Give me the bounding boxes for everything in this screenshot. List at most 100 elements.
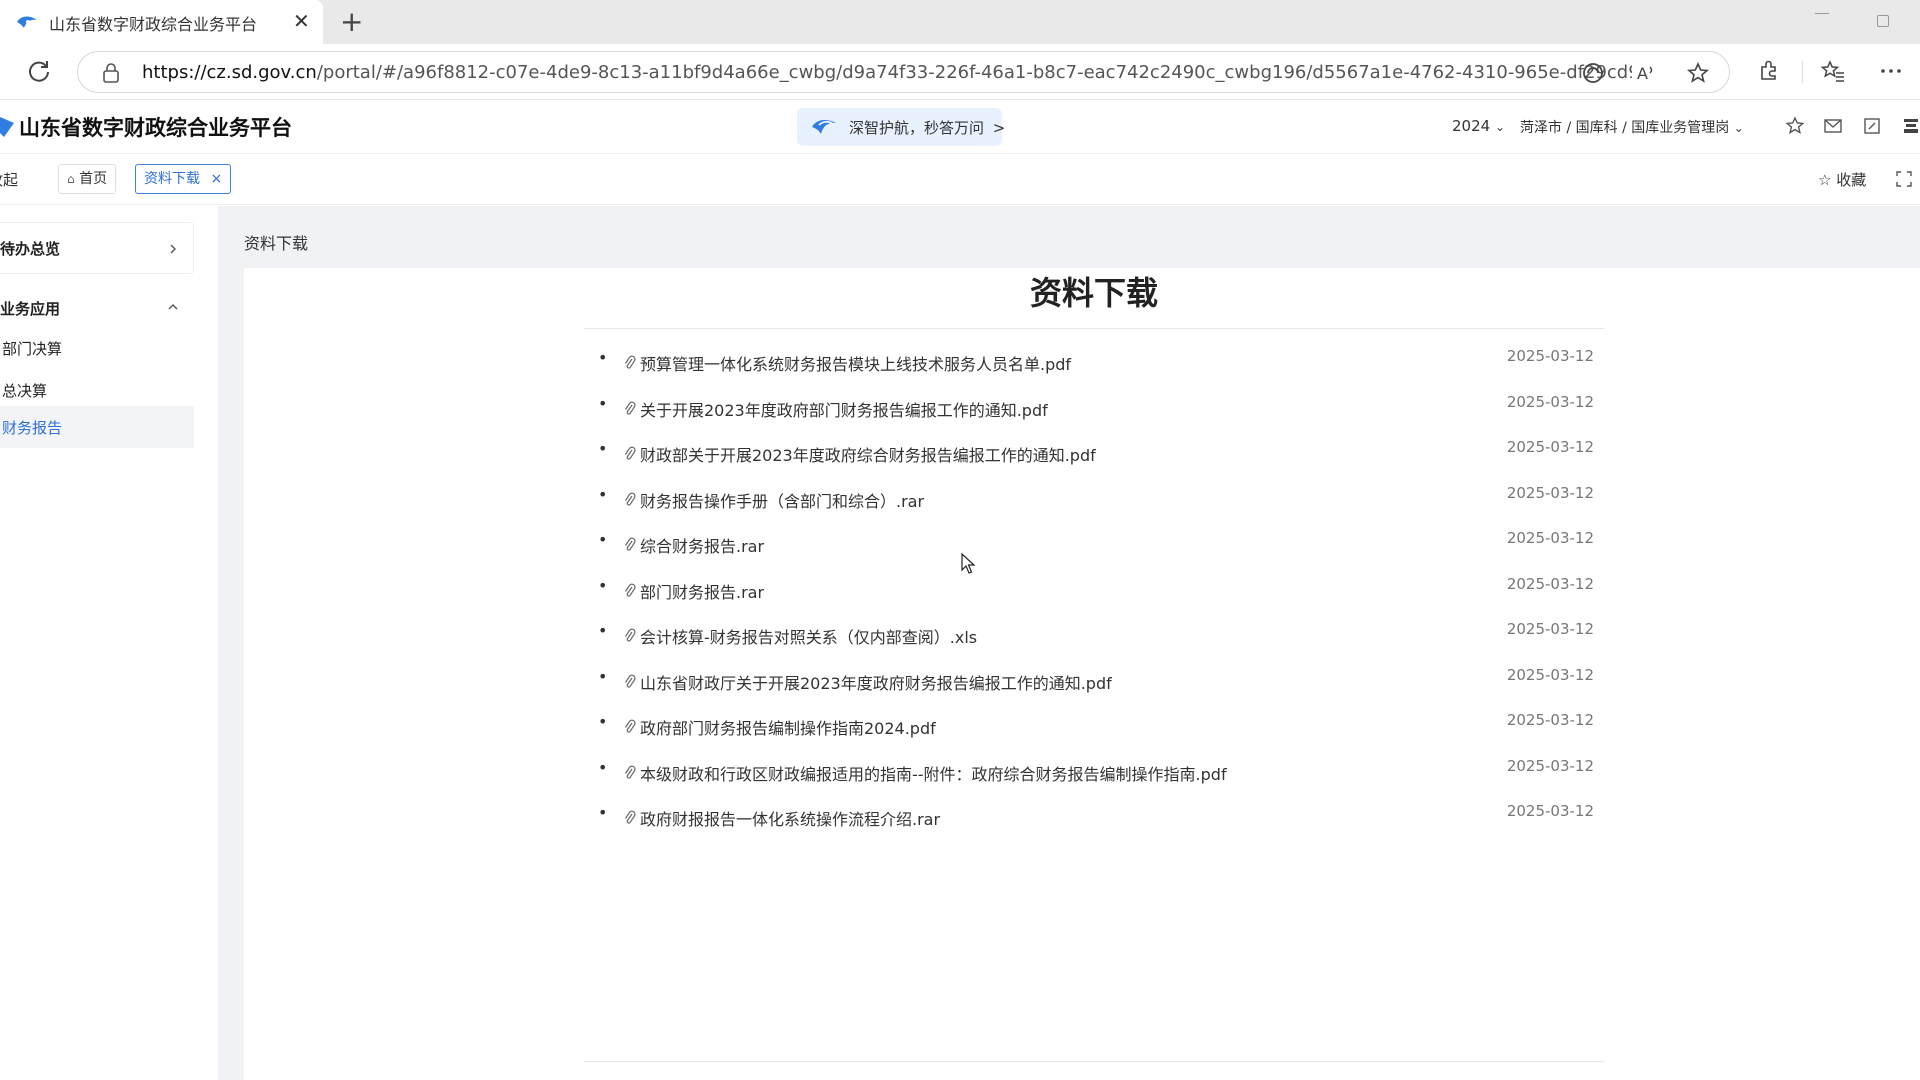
ai-assistant-banner[interactable]: 深智护航，秒答万问 >: [797, 108, 1005, 146]
file-date: 2025-03-12: [1506, 438, 1594, 456]
tab-home[interactable]: ⌂ 首页: [58, 164, 117, 194]
year-value: 2024: [1452, 117, 1491, 135]
svg-text:A: A: [1637, 64, 1648, 83]
new-tab-icon[interactable]: +: [340, 6, 363, 38]
file-download-link[interactable]: 预算管理一体化系统财务报告模块上线技术服务人员名单.pdf: [640, 351, 1071, 375]
attachment-icon: [624, 628, 636, 642]
sidebar-item-general-final-accounts[interactable]: 总决算: [0, 370, 194, 410]
extensions-icon[interactable]: [1756, 58, 1782, 84]
favorites-icon[interactable]: [1820, 58, 1846, 84]
browser-tab-strip: 山东省数字财政综合业务平台 ✕ +: [0, 0, 1920, 44]
chevron-right-icon: >: [992, 119, 1006, 137]
collapse-sidebar-button[interactable]: 收起: [0, 169, 18, 190]
tab-home-label: 首页: [79, 171, 108, 187]
list-bullet: •: [598, 757, 608, 777]
url-path: /portal/#/a96f8812-c07e-4de9-8c13-a11bf9…: [316, 62, 1632, 83]
attachment-icon: [624, 583, 636, 597]
url-text[interactable]: https://cz.sd.gov.cn/portal/#/a96f8812-c…: [142, 62, 1632, 83]
file-list-item: • 会计核算-财务报告对照关系（仅内部查阅）.xls 2025-03-12: [598, 614, 1608, 660]
file-download-link[interactable]: 本级财政和行政区财政编报适用的指南--附件：政府综合财务报告编制操作指南.pdf: [640, 761, 1227, 785]
sidebar-item-dept-final-accounts[interactable]: 部门决算: [0, 328, 194, 368]
file-list-item: • 综合财务报告.rar 2025-03-12: [598, 523, 1608, 569]
list-bullet: •: [598, 575, 608, 595]
app-title[interactable]: 山东省数字财政综合业务平台: [19, 112, 292, 142]
site-favicon-icon: [17, 16, 37, 28]
attachment-icon: [624, 810, 636, 824]
file-date: 2025-03-12: [1506, 529, 1594, 547]
edit-note-icon[interactable]: [1862, 116, 1882, 136]
file-download-link[interactable]: 综合财务报告.rar: [640, 533, 764, 557]
attachment-icon: [624, 492, 636, 506]
chevron-right-icon: [170, 244, 176, 254]
file-date: 2025-03-12: [1506, 711, 1594, 729]
year-selector[interactable]: 2024 ⌄: [1452, 117, 1505, 135]
bottom-divider: [584, 1061, 1604, 1062]
title-divider: [584, 328, 1604, 329]
sidebar-item-label: 总决算: [2, 382, 48, 400]
file-download-link[interactable]: 政府财报报告一体化系统操作流程介绍.rar: [640, 806, 940, 830]
address-bar[interactable]: https://cz.sd.gov.cn/portal/#/a96f8812-c…: [77, 51, 1730, 93]
file-download-link[interactable]: 山东省财政厅关于开展2023年度政府财务报告编报工作的通知.pdf: [640, 670, 1112, 694]
browser-tab-close-icon[interactable]: ✕: [293, 10, 310, 32]
file-list-item: • 政府部门财务报告编制操作指南2024.pdf 2025-03-12: [598, 705, 1608, 751]
tab-downloads-label: 资料下载: [144, 171, 200, 187]
file-download-link[interactable]: 财务报告操作手册（含部门和综合）.rar: [640, 488, 924, 512]
file-download-link[interactable]: 财政部关于开展2023年度政府综合财务报告编报工作的通知.pdf: [640, 442, 1096, 466]
tab-close-icon[interactable]: ×: [210, 171, 222, 187]
file-download-link[interactable]: 关于开展2023年度政府部门财务报告编报工作的通知.pdf: [640, 397, 1048, 421]
org-value: 菏泽市 / 国库科 / 国库业务管理岗: [1520, 120, 1730, 136]
attachment-icon: [624, 765, 636, 779]
sidebar-todo-overview[interactable]: 待办总览: [0, 222, 194, 274]
download-panel: 资料下载 • 预算管理一体化系统财务报告模块上线技术服务人员名单.pdf 2025-…: [244, 268, 1920, 1080]
mail-icon[interactable]: [1823, 116, 1843, 136]
file-list-item: • 本级财政和行政区财政编报适用的指南--附件：政府综合财务报告编制操作指南.pd…: [598, 751, 1608, 797]
ai-assistant-icon: [812, 119, 836, 134]
file-download-link[interactable]: 政府部门财务报告编制操作指南2024.pdf: [640, 715, 936, 739]
lock-icon[interactable]: [102, 63, 120, 83]
file-download-link[interactable]: 会计核算-财务报告对照关系（仅内部查阅）.xls: [640, 624, 977, 648]
window-restore-icon[interactable]: [1877, 15, 1889, 27]
sidebar-todo-label: 待办总览: [0, 240, 61, 258]
ai-banner-text: 深智护航，秒答万问 >: [849, 117, 1005, 138]
app-header: 山东省数字财政综合业务平台 深智护航，秒答万问 > 2024 ⌄ 菏泽市 / 国…: [0, 100, 1920, 154]
file-list-item: • 部门财务报告.rar 2025-03-12: [598, 569, 1608, 615]
translate-icon[interactable]: [1581, 61, 1605, 85]
sidebar-item-label: 部门决算: [2, 340, 63, 358]
user-menu-icon[interactable]: [1902, 116, 1920, 136]
file-list-item: • 政府财报报告一体化系统操作流程介绍.rar 2025-03-12: [598, 796, 1608, 842]
attachment-icon: [624, 401, 636, 415]
window-minimize-icon[interactable]: [1815, 13, 1829, 14]
sidebar-section-business[interactable]: 业务应用: [0, 286, 194, 326]
reload-icon[interactable]: [26, 58, 52, 84]
list-bullet: •: [598, 348, 608, 367]
page-title: 资料下载: [1029, 274, 1158, 312]
app-logo-icon[interactable]: [0, 115, 14, 137]
favorite-label: 收藏: [1836, 171, 1867, 189]
star-icon[interactable]: [1785, 116, 1805, 136]
file-download-link[interactable]: 部门财务报告.rar: [640, 579, 764, 603]
sidebar-section-label: 业务应用: [0, 300, 61, 318]
tab-downloads[interactable]: 资料下载 ×: [135, 164, 232, 194]
attachment-icon: [624, 446, 636, 460]
sidebar-item-financial-report[interactable]: 财务报告: [0, 406, 194, 448]
fullscreen-icon[interactable]: [1896, 171, 1912, 187]
page-tab-bar: 收起 ⌂ 首页 资料下载 × ☆ 收藏: [0, 155, 1920, 205]
read-aloud-icon[interactable]: A: [1634, 61, 1658, 85]
file-list-item: • 山东省财政厅关于开展2023年度政府财务报告编报工作的通知.pdf 2025-0…: [598, 660, 1608, 706]
file-list-item: • 关于开展2023年度政府部门财务报告编报工作的通知.pdf 2025-03-12: [598, 387, 1608, 433]
file-date: 2025-03-12: [1506, 665, 1594, 684]
list-bullet: •: [598, 439, 608, 458]
file-date: 2025-03-12: [1506, 802, 1594, 820]
more-icon[interactable]: [1878, 58, 1904, 84]
org-selector[interactable]: 菏泽市 / 国库科 / 国库业务管理岗 ⌄: [1520, 117, 1744, 137]
browser-tab[interactable]: 山东省数字财政综合业务平台 ✕: [0, 0, 323, 44]
file-date: 2025-03-12: [1506, 756, 1594, 775]
star-icon[interactable]: [1686, 61, 1710, 85]
file-date: 2025-03-12: [1506, 347, 1594, 365]
favorite-button[interactable]: ☆ 收藏: [1818, 169, 1866, 190]
sidebar-gutter: [218, 206, 244, 1080]
toolbar-divider: [1802, 61, 1803, 83]
list-bullet: •: [598, 530, 608, 549]
list-bullet: •: [598, 712, 608, 731]
chevron-down-icon: ⌄: [1494, 120, 1506, 134]
